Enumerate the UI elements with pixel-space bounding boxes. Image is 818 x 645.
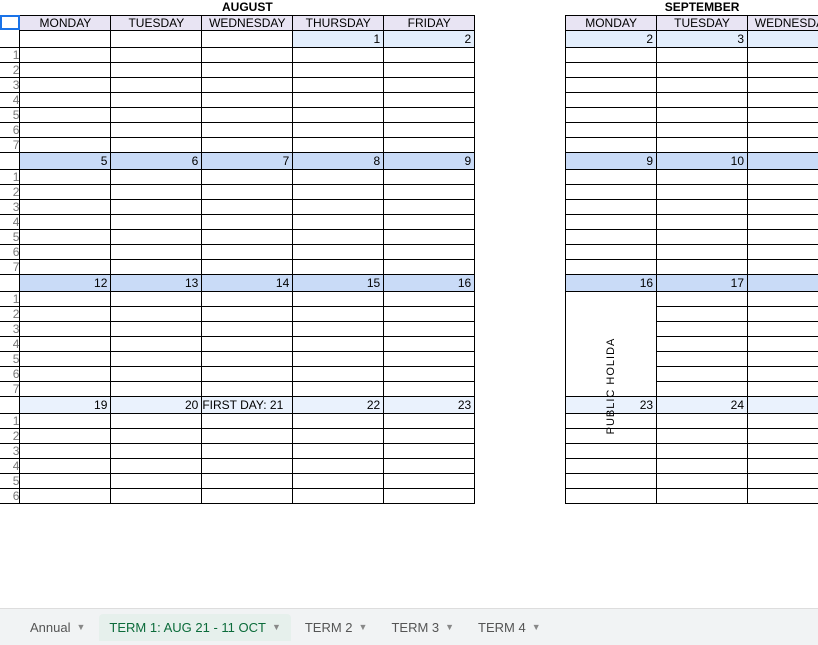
row-label: 5: [0, 107, 20, 122]
date-cell[interactable]: 15: [293, 274, 384, 291]
day-header-mon-sep: MONDAY: [566, 15, 657, 30]
tab-term1[interactable]: TERM 1: AUG 21 - 11 OCT▼: [99, 614, 290, 641]
row-label: 1: [0, 47, 20, 62]
public-holiday-cell[interactable]: PUBLIC HOLIDA: [566, 291, 657, 396]
date-cell[interactable]: 9: [566, 152, 657, 169]
row-label: 1: [0, 291, 20, 306]
date-cell[interactable]: 25: [748, 396, 818, 413]
row-label: 3: [0, 77, 20, 92]
date-cell[interactable]: 4: [748, 30, 818, 47]
date-cell[interactable]: 6: [111, 152, 202, 169]
row-label: 4: [0, 214, 20, 229]
date-cell[interactable]: 20: [111, 396, 202, 413]
date-cell[interactable]: 7: [202, 152, 293, 169]
date-cell[interactable]: 16: [384, 274, 475, 291]
day-header-thu: THURSDAY: [293, 15, 384, 30]
day-header-wed-sep: WEDNESDAY: [748, 15, 818, 30]
row-label: 2: [0, 184, 20, 199]
row-label: 6: [0, 122, 20, 137]
month-title-august: AUGUST: [20, 0, 475, 15]
row-label: 5: [0, 229, 20, 244]
chevron-down-icon: ▼: [445, 622, 454, 632]
row-label: 3: [0, 443, 20, 458]
row-label: 5: [0, 473, 20, 488]
public-holiday-label: PUBLIC HOLIDA: [605, 337, 617, 434]
row-label: 3: [0, 321, 20, 336]
first-day-cell[interactable]: FIRST DAY: 21: [202, 396, 293, 413]
row-label: 5: [0, 351, 20, 366]
tab-annual[interactable]: Annual▼: [20, 614, 95, 641]
date-cell[interactable]: 16: [566, 274, 657, 291]
date-cell[interactable]: 19: [20, 396, 111, 413]
tab-term3[interactable]: TERM 3▼: [381, 614, 464, 641]
day-header-tue-sep: TUESDAY: [657, 15, 748, 30]
row-label: 4: [0, 458, 20, 473]
row-label: 4: [0, 92, 20, 107]
row-label: 7: [0, 259, 20, 274]
date-cell[interactable]: 24: [657, 396, 748, 413]
date-cell[interactable]: 1: [293, 30, 384, 47]
day-header-wed: WEDNESDAY: [202, 15, 293, 30]
row-label: 7: [0, 381, 20, 396]
tab-term4[interactable]: TERM 4▼: [468, 614, 551, 641]
date-cell[interactable]: 9: [384, 152, 475, 169]
date-cell[interactable]: 5: [20, 152, 111, 169]
date-cell[interactable]: 3: [657, 30, 748, 47]
row-label: 6: [0, 366, 20, 381]
date-cell[interactable]: 11: [748, 152, 818, 169]
date-cell[interactable]: 8: [293, 152, 384, 169]
row-label: 4: [0, 336, 20, 351]
date-cell[interactable]: 17: [657, 274, 748, 291]
date-cell[interactable]: 14: [202, 274, 293, 291]
date-cell[interactable]: 2: [384, 30, 475, 47]
row-label: 3: [0, 199, 20, 214]
row-label: 1: [0, 169, 20, 184]
sheet-tabs: Annual▼ TERM 1: AUG 21 - 11 OCT▼ TERM 2▼…: [0, 608, 818, 645]
selected-cell[interactable]: [0, 15, 20, 30]
date-cell[interactable]: 10: [657, 152, 748, 169]
row-label: 1: [0, 413, 20, 428]
date-cell[interactable]: 12: [20, 274, 111, 291]
day-header-tue: TUESDAY: [111, 15, 202, 30]
date-cell[interactable]: 22: [293, 396, 384, 413]
chevron-down-icon: ▼: [359, 622, 368, 632]
tab-term2[interactable]: TERM 2▼: [295, 614, 378, 641]
date-cell[interactable]: 23: [384, 396, 475, 413]
row-label: 7: [0, 137, 20, 152]
row-label: 6: [0, 488, 20, 503]
chevron-down-icon: ▼: [532, 622, 541, 632]
date-cell[interactable]: 18: [748, 274, 818, 291]
chevron-down-icon: ▼: [272, 622, 281, 632]
month-title-september: SEPTEMBER: [566, 0, 818, 15]
calendar-grid[interactable]: AUGUST SEPTEMBER MONDAY TUESDAY WEDNESDA…: [0, 0, 818, 504]
row-label: 2: [0, 428, 20, 443]
day-header-fri: FRIDAY: [384, 15, 475, 30]
date-cell[interactable]: 2: [566, 30, 657, 47]
row-label: 6: [0, 244, 20, 259]
date-cell[interactable]: 13: [111, 274, 202, 291]
row-label: 2: [0, 306, 20, 321]
chevron-down-icon: ▼: [76, 622, 85, 632]
day-header-mon: MONDAY: [20, 15, 111, 30]
row-label: 2: [0, 62, 20, 77]
